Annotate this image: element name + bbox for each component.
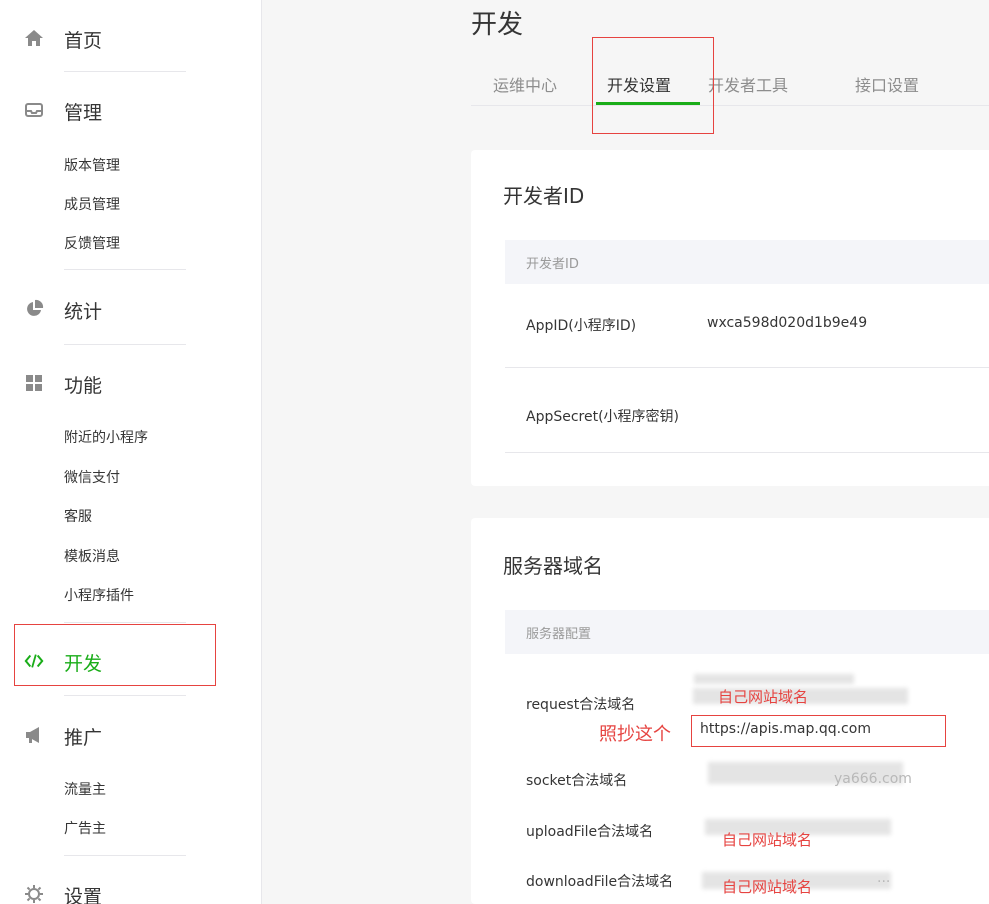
tab-api-settings[interactable]: 接口设置 (855, 72, 919, 96)
nav-settings[interactable]: 设置 (0, 874, 262, 904)
sidebar-item-template[interactable]: 模板消息 (64, 546, 120, 566)
sidebar-item-traffic[interactable]: 流量主 (64, 779, 106, 799)
nav-home-label: 首页 (64, 30, 103, 52)
sidebar-item-feedback[interactable]: 反馈管理 (64, 233, 120, 253)
annotation-box (592, 37, 714, 134)
blurred-domain (694, 674, 854, 684)
request-value-box[interactable]: https://apis.map.qq.com (691, 715, 946, 747)
socket-label: socket合法域名 (526, 773, 628, 789)
divider (64, 622, 186, 623)
divider (64, 71, 186, 72)
sidebar-item-nearby[interactable]: 附近的小程序 (64, 427, 148, 447)
download-label: downloadFile合法域名 (526, 874, 674, 890)
sidebar-item-service[interactable]: 客服 (64, 506, 92, 526)
socket-value: ya666.com (834, 771, 912, 787)
nav-manage-label: 管理 (64, 102, 103, 124)
gear-icon (25, 885, 43, 903)
row-divider (505, 367, 989, 368)
copy-hint: 照抄这个 (599, 724, 671, 745)
download-note: 自己网站域名 (722, 878, 813, 896)
nav-features-label: 功能 (64, 375, 103, 397)
megaphone-icon (26, 727, 39, 743)
home-icon (25, 30, 43, 46)
divider (64, 344, 186, 345)
sidebar-item-advertiser[interactable]: 广告主 (64, 818, 106, 838)
tab-dev-tools[interactable]: 开发者工具 (708, 72, 788, 96)
server-card: 服务器域名 服务器配置 request合法域名 自己网站域名 照抄这个 http… (471, 518, 989, 904)
appsecret-label: AppSecret(小程序密钥) (526, 409, 680, 425)
annotation-box (14, 624, 216, 686)
divider (64, 855, 186, 856)
nav-settings-label: 设置 (64, 886, 103, 904)
sidebar-item-plugin[interactable]: 小程序插件 (64, 585, 134, 605)
row-divider (505, 452, 989, 453)
upload-note: 自己网站域名 (722, 831, 813, 849)
dev-id-table-header: 开发者ID (505, 240, 989, 284)
upload-label: uploadFile合法域名 (526, 824, 654, 840)
tab-ops[interactable]: 运维中心 (493, 72, 557, 96)
page-title: 开发 (471, 10, 524, 40)
nav-stats[interactable]: 统计 (0, 289, 262, 329)
server-header-label: 服务器配置 (526, 627, 592, 642)
dev-id-card: 开发者ID 开发者ID AppID(小程序ID) wxca598d020d1b9… (471, 150, 989, 486)
appid-label: AppID(小程序ID) (526, 318, 637, 334)
pie-chart-icon (27, 299, 44, 316)
appid-value[interactable]: wxca598d020d1b9e49 (707, 315, 867, 331)
sidebar: 首页 管理 版本管理 成员管理 反馈管理 统计 功能 附近的小程序 微信支付 客… (0, 0, 262, 904)
grid-icon (26, 375, 42, 391)
request-label: request合法域名 (526, 697, 636, 713)
request-value: https://apis.map.qq.com (700, 721, 871, 737)
dev-id-header-label: 开发者ID (526, 257, 579, 272)
sidebar-item-version[interactable]: 版本管理 (64, 155, 120, 175)
nav-promo[interactable]: 推广 (0, 715, 262, 755)
server-table-header: 服务器配置 (505, 610, 989, 654)
divider (64, 695, 186, 696)
sidebar-item-pay[interactable]: 微信支付 (64, 467, 120, 487)
main-content: 开发 运维中心 开发设置 开发者工具 接口设置 开发者ID 开发者ID AppI… (262, 0, 989, 904)
nav-home[interactable]: 首页 (0, 18, 262, 58)
inbox-icon (25, 103, 43, 117)
nav-stats-label: 统计 (64, 301, 103, 323)
sidebar-item-members[interactable]: 成员管理 (64, 194, 120, 214)
request-note: 自己网站域名 (718, 688, 809, 706)
dev-id-title: 开发者ID (503, 184, 585, 208)
nav-promo-label: 推广 (64, 727, 103, 749)
nav-manage[interactable]: 管理 (0, 90, 262, 130)
divider (64, 269, 186, 270)
download-tail: ... (877, 870, 891, 886)
nav-features[interactable]: 功能 (0, 363, 262, 403)
tab-bar: 运维中心 开发设置 开发者工具 接口设置 (471, 60, 989, 106)
server-title: 服务器域名 (503, 554, 603, 578)
